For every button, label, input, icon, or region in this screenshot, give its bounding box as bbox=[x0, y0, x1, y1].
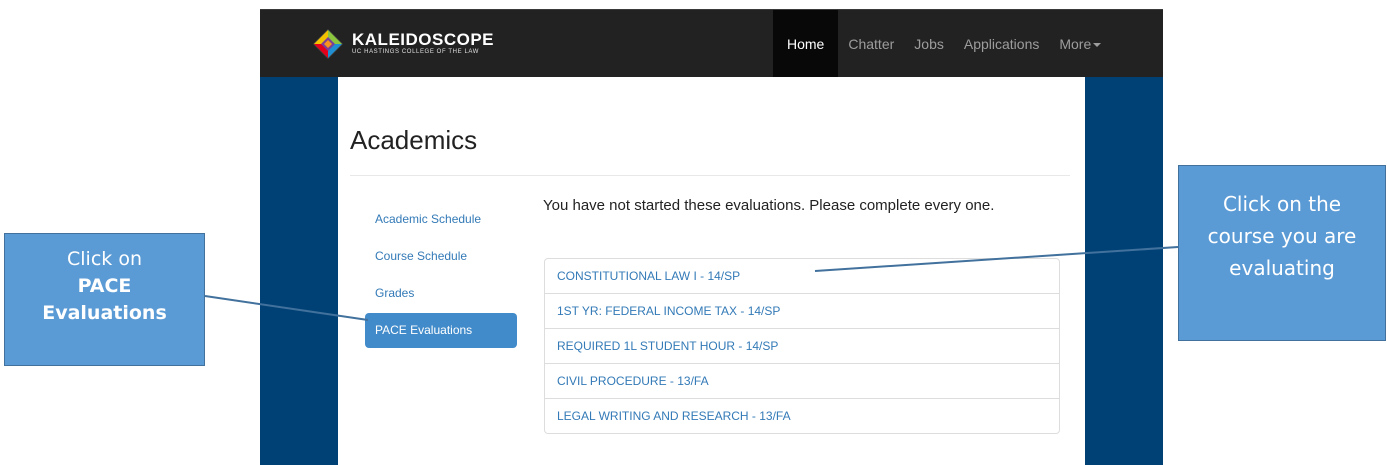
course-link-civil-procedure[interactable]: CIVIL PROCEDURE - 13/FA bbox=[545, 363, 1059, 398]
nav-applications[interactable]: Applications bbox=[954, 10, 1050, 78]
nav-more-label: More bbox=[1059, 36, 1092, 52]
course-evaluation-list: CONSTITUTIONAL LAW I - 14/SP 1ST YR: FED… bbox=[544, 258, 1060, 434]
main-content: Academics Academic Schedule Course Sched… bbox=[338, 77, 1085, 465]
sidebar-item-pace-evaluations[interactable]: PACE Evaluations bbox=[365, 313, 517, 348]
callout-left-line2: PACE bbox=[5, 273, 204, 300]
app-window: KALEIDOSCOPE UC HASTINGS COLLEGE OF THE … bbox=[260, 9, 1163, 465]
page-title: Academics bbox=[350, 125, 478, 155]
brand-text: KALEIDOSCOPE UC HASTINGS COLLEGE OF THE … bbox=[352, 31, 494, 57]
course-link-student-hour[interactable]: REQUIRED 1L STUDENT HOUR - 14/SP bbox=[545, 328, 1059, 363]
top-navbar: KALEIDOSCOPE UC HASTINGS COLLEGE OF THE … bbox=[260, 9, 1163, 78]
callout-left-line2-bold: PACE bbox=[77, 275, 132, 297]
course-link-legal-writing[interactable]: LEGAL WRITING AND RESEARCH - 13/FA bbox=[545, 398, 1059, 433]
course-link-federal-income-tax[interactable]: 1ST YR: FEDERAL INCOME TAX - 14/SP bbox=[545, 293, 1059, 328]
callout-left-line3: Evaluations bbox=[5, 300, 204, 327]
sidebar-item-grades[interactable]: Grades bbox=[365, 275, 517, 312]
right-side-band bbox=[1085, 77, 1163, 465]
evaluations-intro-text: You have not started these evaluations. … bbox=[543, 197, 995, 214]
caret-down-icon bbox=[1093, 43, 1102, 48]
title-divider bbox=[350, 175, 1070, 176]
kaleidoscope-logo-icon bbox=[313, 29, 343, 59]
brand-name: KALEIDOSCOPE bbox=[352, 30, 495, 49]
brand[interactable]: KALEIDOSCOPE UC HASTINGS COLLEGE OF THE … bbox=[312, 28, 494, 60]
nav-jobs[interactable]: Jobs bbox=[904, 10, 954, 78]
callout-left-line1: Click on bbox=[67, 248, 142, 270]
brand-subtitle: UC HASTINGS COLLEGE OF THE LAW bbox=[352, 49, 480, 55]
course-link-constitutional-law[interactable]: CONSTITUTIONAL LAW I - 14/SP bbox=[545, 259, 1059, 293]
callout-right-line3: evaluating bbox=[1229, 256, 1335, 280]
left-side-band bbox=[260, 77, 338, 465]
sidebar-item-academic-schedule[interactable]: Academic Schedule bbox=[365, 201, 517, 238]
course-selection-callout: Click on the course you are evaluating bbox=[1178, 165, 1386, 341]
academics-sidebar: Academic Schedule Course Schedule Grades… bbox=[365, 201, 517, 348]
main-nav: Home Chatter Jobs Applications More bbox=[773, 10, 1111, 78]
sidebar-item-course-schedule[interactable]: Course Schedule bbox=[365, 238, 517, 275]
callout-right-line2: course you are bbox=[1207, 224, 1357, 248]
callout-right-line1: Click on the bbox=[1222, 192, 1342, 216]
nav-home[interactable]: Home bbox=[773, 10, 839, 78]
nav-chatter[interactable]: Chatter bbox=[838, 10, 904, 78]
nav-more[interactable]: More bbox=[1049, 10, 1111, 78]
callout-left-line3-bold: Evaluations bbox=[42, 302, 167, 324]
pace-evaluations-callout: Click on PACE Evaluations bbox=[4, 233, 205, 366]
